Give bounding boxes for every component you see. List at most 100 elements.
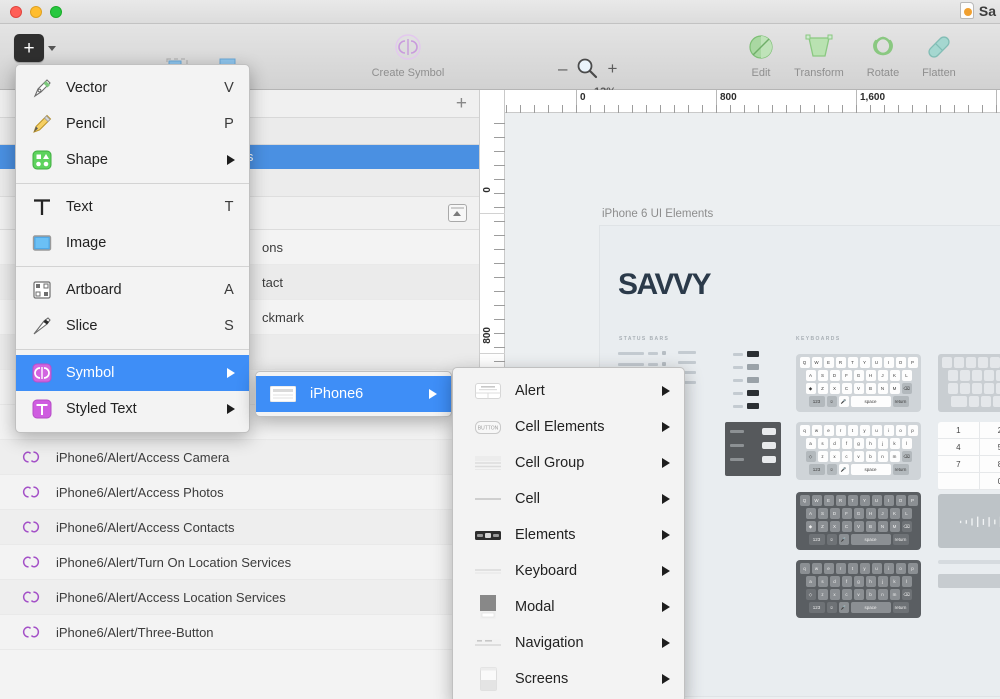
layer-row-label: iPhone6/Alert/Access Contacts — [56, 520, 234, 535]
pen-icon — [31, 77, 53, 99]
add-layer-button[interactable]: + — [14, 34, 44, 62]
submenu-arrow-icon — [662, 602, 670, 612]
edit-icon — [746, 32, 776, 62]
ruler-major-tick — [480, 353, 505, 354]
symbol-icon — [22, 518, 40, 536]
ruler-minor-tick — [494, 221, 505, 222]
create-symbol-label: Create Symbol — [352, 67, 464, 79]
ruler-minor-tick — [494, 305, 505, 306]
ruler-minor-tick — [494, 319, 505, 320]
close-window-button[interactable] — [10, 6, 22, 18]
ruler-label: 1,600 — [860, 92, 885, 103]
ruler-minor-tick — [576, 105, 577, 113]
menu-item-shape[interactable]: Shape — [16, 142, 249, 178]
keyboard-light-upper: QWERTYUIOP ASDFGHJKL ◆ZXCVBNM⌫ 123☺🎤spac… — [796, 354, 921, 412]
misc-bar-2 — [938, 574, 1000, 588]
flatten-icon — [924, 32, 954, 62]
ruler-minor-tick — [494, 249, 505, 250]
add-page-icon[interactable]: + — [456, 94, 467, 113]
artboard-icon — [31, 279, 53, 301]
menu-item-shortcut: A — [221, 282, 237, 298]
magnifier-icon[interactable] — [575, 56, 599, 80]
add-menu[interactable]: VectorV PencilP Shape TextT Image — [15, 64, 250, 433]
layer-row[interactable]: iPhone6/Alert/Access Photos — [0, 475, 479, 510]
styled-text-icon — [31, 398, 53, 420]
keyboard-thumb — [475, 568, 501, 574]
submenu-arrow-icon — [227, 404, 235, 414]
ruler-minor-tick — [814, 105, 815, 113]
create-symbol-button[interactable]: Create Symbol — [352, 32, 464, 79]
menu-item-artboard[interactable]: ArtboardA — [16, 272, 249, 308]
menu-item-label: Image — [66, 235, 221, 251]
iphone6-submenu[interactable]: AlertBUTTONCell ElementsCell GroupCellEl… — [452, 367, 685, 699]
chevron-down-icon[interactable] — [48, 46, 56, 51]
pencil-icon — [31, 113, 53, 135]
layer-row[interactable]: iPhone6/Alert/Access Camera — [0, 440, 479, 475]
pen-icon — [30, 77, 54, 99]
ruler-minor-tick — [632, 105, 633, 113]
artboard-name-label: iPhone 6 UI Elements — [602, 208, 713, 220]
ruler-label: 0 — [482, 187, 493, 193]
symbol-icon — [22, 623, 40, 641]
plus-icon: + — [23, 39, 34, 58]
cell-thumb — [475, 496, 501, 502]
menu-item-pencil[interactable]: PencilP — [16, 106, 249, 142]
horizontal-ruler[interactable]: 08001,6002,40 — [480, 90, 1000, 113]
ruler-minor-tick — [562, 105, 563, 113]
menu-item-vector[interactable]: VectorV — [16, 70, 249, 106]
symbol-icon — [22, 588, 40, 606]
iphone6-submenu-item-alert[interactable]: Alert — [453, 373, 684, 409]
menu-item-slice[interactable]: SliceS — [16, 308, 249, 344]
document-title-text: Sa — [979, 3, 996, 19]
iphone6-submenu-item-cell[interactable]: Cell — [453, 481, 684, 517]
iphone6-submenu-item-cell-elements[interactable]: BUTTONCell Elements — [453, 409, 684, 445]
layer-row[interactable]: iPhone6/Alert/Three-Button — [0, 615, 479, 650]
flatten-button[interactable]: Flatten — [908, 32, 970, 79]
menu-item-label: Symbol — [66, 365, 227, 381]
menu-item-symbol[interactable]: Symbol — [16, 355, 249, 391]
menu-item-text[interactable]: TextT — [16, 189, 249, 225]
submenu-item-label: iPhone6 — [310, 386, 429, 402]
zoom-out-button[interactable]: – — [558, 60, 567, 77]
submenu-arrow-icon — [662, 386, 670, 396]
keyboard-dark-upper: QWERTYUIOP ASDFGHJKL ◆ZXCVBNM⌫ 123☺🎤spac… — [796, 492, 921, 550]
iphone6-submenu-item-modal[interactable]: Modal — [453, 589, 684, 625]
layer-row[interactable]: iPhone6/Alert/Access Location Services — [0, 580, 479, 615]
ruler-label: 800 — [720, 92, 737, 103]
iphone6-submenu-item-label: Keyboard — [515, 563, 662, 579]
symbol-icon — [393, 32, 423, 62]
transform-button[interactable]: Transform — [782, 32, 856, 79]
ruler-minor-tick — [758, 105, 759, 113]
ruler-minor-tick — [716, 105, 717, 113]
menu-item-shortcut: P — [221, 116, 237, 132]
zoom-in-button[interactable]: + — [607, 60, 617, 77]
ruler-minor-tick — [688, 105, 689, 113]
submenu-item-iphone6[interactable]: iPhone6 — [256, 376, 451, 412]
cell-thumb — [475, 496, 501, 502]
iphone6-submenu-item-elements[interactable]: Elements — [453, 517, 684, 553]
iphone6-submenu-item-navigation[interactable]: Navigation — [453, 625, 684, 661]
ruler-minor-tick — [996, 105, 997, 113]
symbol-submenu[interactable]: iPhone6 — [255, 371, 452, 417]
ruler-minor-tick — [800, 105, 801, 113]
ruler-minor-tick — [898, 105, 899, 113]
menu-item-styled-text[interactable]: Styled Text — [16, 391, 249, 427]
zoom-window-button[interactable] — [50, 6, 62, 18]
title-bar: Sa — [0, 0, 1000, 24]
symbol-icon — [22, 448, 40, 466]
iphone6-submenu-item-cell-group[interactable]: Cell Group — [453, 445, 684, 481]
layer-row[interactable]: iPhone6/Alert/Turn On Location Services — [0, 545, 479, 580]
iphone6-submenu-item-screens[interactable]: Screens — [453, 661, 684, 697]
text-icon — [30, 196, 54, 218]
iphone6-submenu-item-keyboard[interactable]: Keyboard — [453, 553, 684, 589]
ruler-minor-tick — [954, 105, 955, 113]
ruler-minor-tick — [548, 105, 549, 113]
ruler-minor-tick — [912, 105, 913, 113]
symbol-icon — [22, 553, 40, 571]
rotate-button[interactable]: Rotate — [854, 32, 912, 79]
minimize-window-button[interactable] — [30, 6, 42, 18]
layer-row[interactable]: iPhone6/Alert/Access Contacts — [0, 510, 479, 545]
collapse-icon[interactable] — [448, 204, 467, 222]
cell-elements-thumb: BUTTON — [475, 421, 501, 434]
menu-item-image[interactable]: Image — [16, 225, 249, 261]
